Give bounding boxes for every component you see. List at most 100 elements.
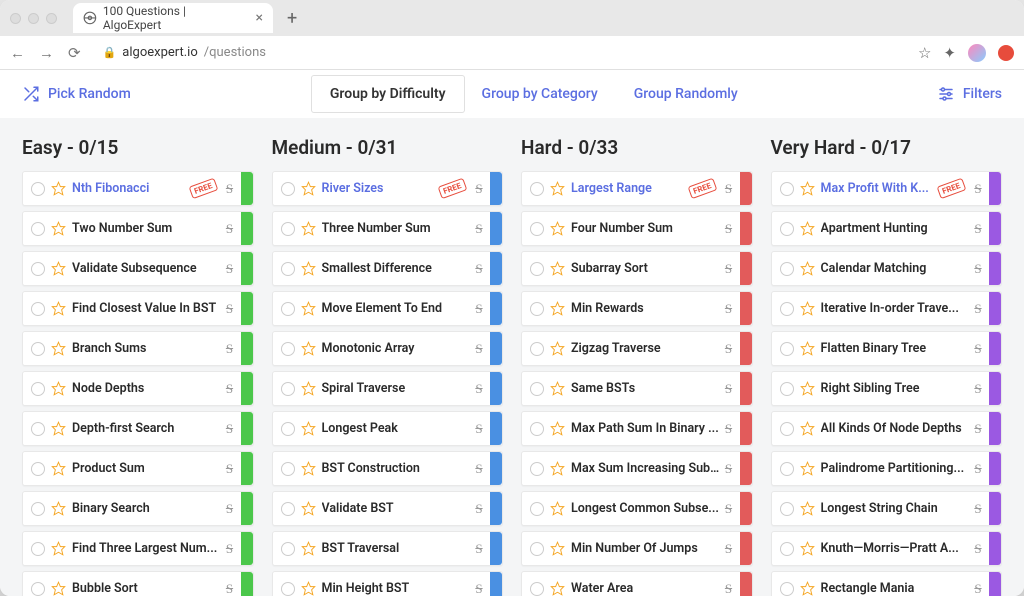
completion-radio[interactable]: [780, 342, 794, 356]
completion-radio[interactable]: [530, 462, 544, 476]
completion-radio[interactable]: [281, 422, 295, 436]
favorite-star-icon[interactable]: [51, 581, 66, 596]
favorite-star-icon[interactable]: [800, 421, 815, 436]
question-card[interactable]: Min Number Of JumpsS: [521, 531, 753, 566]
question-card[interactable]: Branch SumsS: [22, 331, 254, 366]
question-card[interactable]: Longest Common Subse...S: [521, 491, 753, 526]
question-card[interactable]: Min RewardsS: [521, 291, 753, 326]
favorite-star-icon[interactable]: [550, 301, 565, 316]
completion-radio[interactable]: [31, 342, 45, 356]
completion-radio[interactable]: [281, 582, 295, 596]
completion-radio[interactable]: [31, 262, 45, 276]
question-card[interactable]: Iterative In-order Trave...S: [771, 291, 1003, 326]
favorite-star-icon[interactable]: [301, 501, 316, 516]
favorite-star-icon[interactable]: [550, 341, 565, 356]
completion-radio[interactable]: [530, 382, 544, 396]
completion-radio[interactable]: [780, 502, 794, 516]
favorite-star-icon[interactable]: [550, 221, 565, 236]
completion-radio[interactable]: [31, 582, 45, 596]
max-window-dot[interactable]: [46, 13, 57, 24]
completion-radio[interactable]: [530, 422, 544, 436]
reload-icon[interactable]: ⟳: [68, 44, 81, 62]
favorite-star-icon[interactable]: [301, 181, 316, 196]
min-window-dot[interactable]: [28, 13, 39, 24]
question-card[interactable]: Nth FibonacciFREES: [22, 171, 254, 206]
completion-radio[interactable]: [281, 542, 295, 556]
question-card[interactable]: Max Profit With K...FREES: [771, 171, 1003, 206]
close-window-dot[interactable]: [10, 13, 21, 24]
favorite-star-icon[interactable]: [550, 541, 565, 556]
favorite-star-icon[interactable]: [800, 541, 815, 556]
completion-radio[interactable]: [31, 222, 45, 236]
favorite-star-icon[interactable]: [800, 501, 815, 516]
star-icon[interactable]: ☆: [918, 44, 931, 62]
completion-radio[interactable]: [281, 262, 295, 276]
completion-radio[interactable]: [281, 502, 295, 516]
favorite-star-icon[interactable]: [51, 381, 66, 396]
forward-icon[interactable]: →: [39, 44, 54, 62]
favorite-star-icon[interactable]: [800, 381, 815, 396]
favorite-star-icon[interactable]: [301, 301, 316, 316]
completion-radio[interactable]: [530, 262, 544, 276]
question-card[interactable]: Max Sum Increasing Sub...S: [521, 451, 753, 486]
completion-radio[interactable]: [31, 462, 45, 476]
favorite-star-icon[interactable]: [800, 461, 815, 476]
question-card[interactable]: Validate BSTS: [272, 491, 504, 526]
completion-radio[interactable]: [780, 222, 794, 236]
question-card[interactable]: Find Three Largest Num...S: [22, 531, 254, 566]
question-card[interactable]: Longest String ChainS: [771, 491, 1003, 526]
question-card[interactable]: Two Number SumS: [22, 211, 254, 246]
completion-radio[interactable]: [281, 182, 295, 196]
favorite-star-icon[interactable]: [301, 381, 316, 396]
tab-group-category[interactable]: Group by Category: [464, 76, 616, 112]
completion-radio[interactable]: [780, 422, 794, 436]
favorite-star-icon[interactable]: [800, 341, 815, 356]
question-card[interactable]: Three Number SumS: [272, 211, 504, 246]
question-card[interactable]: Depth-first SearchS: [22, 411, 254, 446]
favorite-star-icon[interactable]: [301, 221, 316, 236]
favorite-star-icon[interactable]: [51, 421, 66, 436]
tab-close-icon[interactable]: ×: [256, 10, 263, 26]
favorite-star-icon[interactable]: [800, 581, 815, 596]
question-card[interactable]: BST TraversalS: [272, 531, 504, 566]
favorite-star-icon[interactable]: [301, 461, 316, 476]
question-card[interactable]: Longest PeakS: [272, 411, 504, 446]
favorite-star-icon[interactable]: [51, 501, 66, 516]
favorite-star-icon[interactable]: [800, 181, 815, 196]
completion-radio[interactable]: [530, 302, 544, 316]
completion-radio[interactable]: [780, 302, 794, 316]
question-card[interactable]: Move Element To EndS: [272, 291, 504, 326]
filters-button[interactable]: Filters: [937, 85, 1002, 103]
browser-tab[interactable]: 100 Questions | AlgoExpert ×: [73, 3, 273, 33]
favorite-star-icon[interactable]: [51, 261, 66, 276]
question-card[interactable]: Min Height BSTS: [272, 571, 504, 596]
completion-radio[interactable]: [281, 382, 295, 396]
favorite-star-icon[interactable]: [550, 581, 565, 596]
completion-radio[interactable]: [530, 182, 544, 196]
question-card[interactable]: Water AreaS: [521, 571, 753, 596]
completion-radio[interactable]: [31, 382, 45, 396]
favorite-star-icon[interactable]: [800, 301, 815, 316]
question-card[interactable]: BST ConstructionS: [272, 451, 504, 486]
completion-radio[interactable]: [780, 382, 794, 396]
question-card[interactable]: Spiral TraverseS: [272, 371, 504, 406]
question-card[interactable]: Smallest DifferenceS: [272, 251, 504, 286]
question-card[interactable]: All Kinds Of Node DepthsS: [771, 411, 1003, 446]
question-card[interactable]: Validate SubsequenceS: [22, 251, 254, 286]
question-card[interactable]: Max Path Sum In Binary ...S: [521, 411, 753, 446]
completion-radio[interactable]: [530, 542, 544, 556]
question-card[interactable]: Product SumS: [22, 451, 254, 486]
favorite-star-icon[interactable]: [550, 381, 565, 396]
new-tab-button[interactable]: +: [287, 8, 297, 29]
favorite-star-icon[interactable]: [51, 341, 66, 356]
completion-radio[interactable]: [780, 582, 794, 596]
question-card[interactable]: Monotonic ArrayS: [272, 331, 504, 366]
completion-radio[interactable]: [31, 502, 45, 516]
favorite-star-icon[interactable]: [51, 221, 66, 236]
question-card[interactable]: Flatten Binary TreeS: [771, 331, 1003, 366]
question-card[interactable]: Calendar MatchingS: [771, 251, 1003, 286]
question-card[interactable]: Bubble SortS: [22, 571, 254, 596]
favorite-star-icon[interactable]: [51, 301, 66, 316]
tab-group-random[interactable]: Group Randomly: [616, 76, 756, 112]
favorite-star-icon[interactable]: [301, 261, 316, 276]
